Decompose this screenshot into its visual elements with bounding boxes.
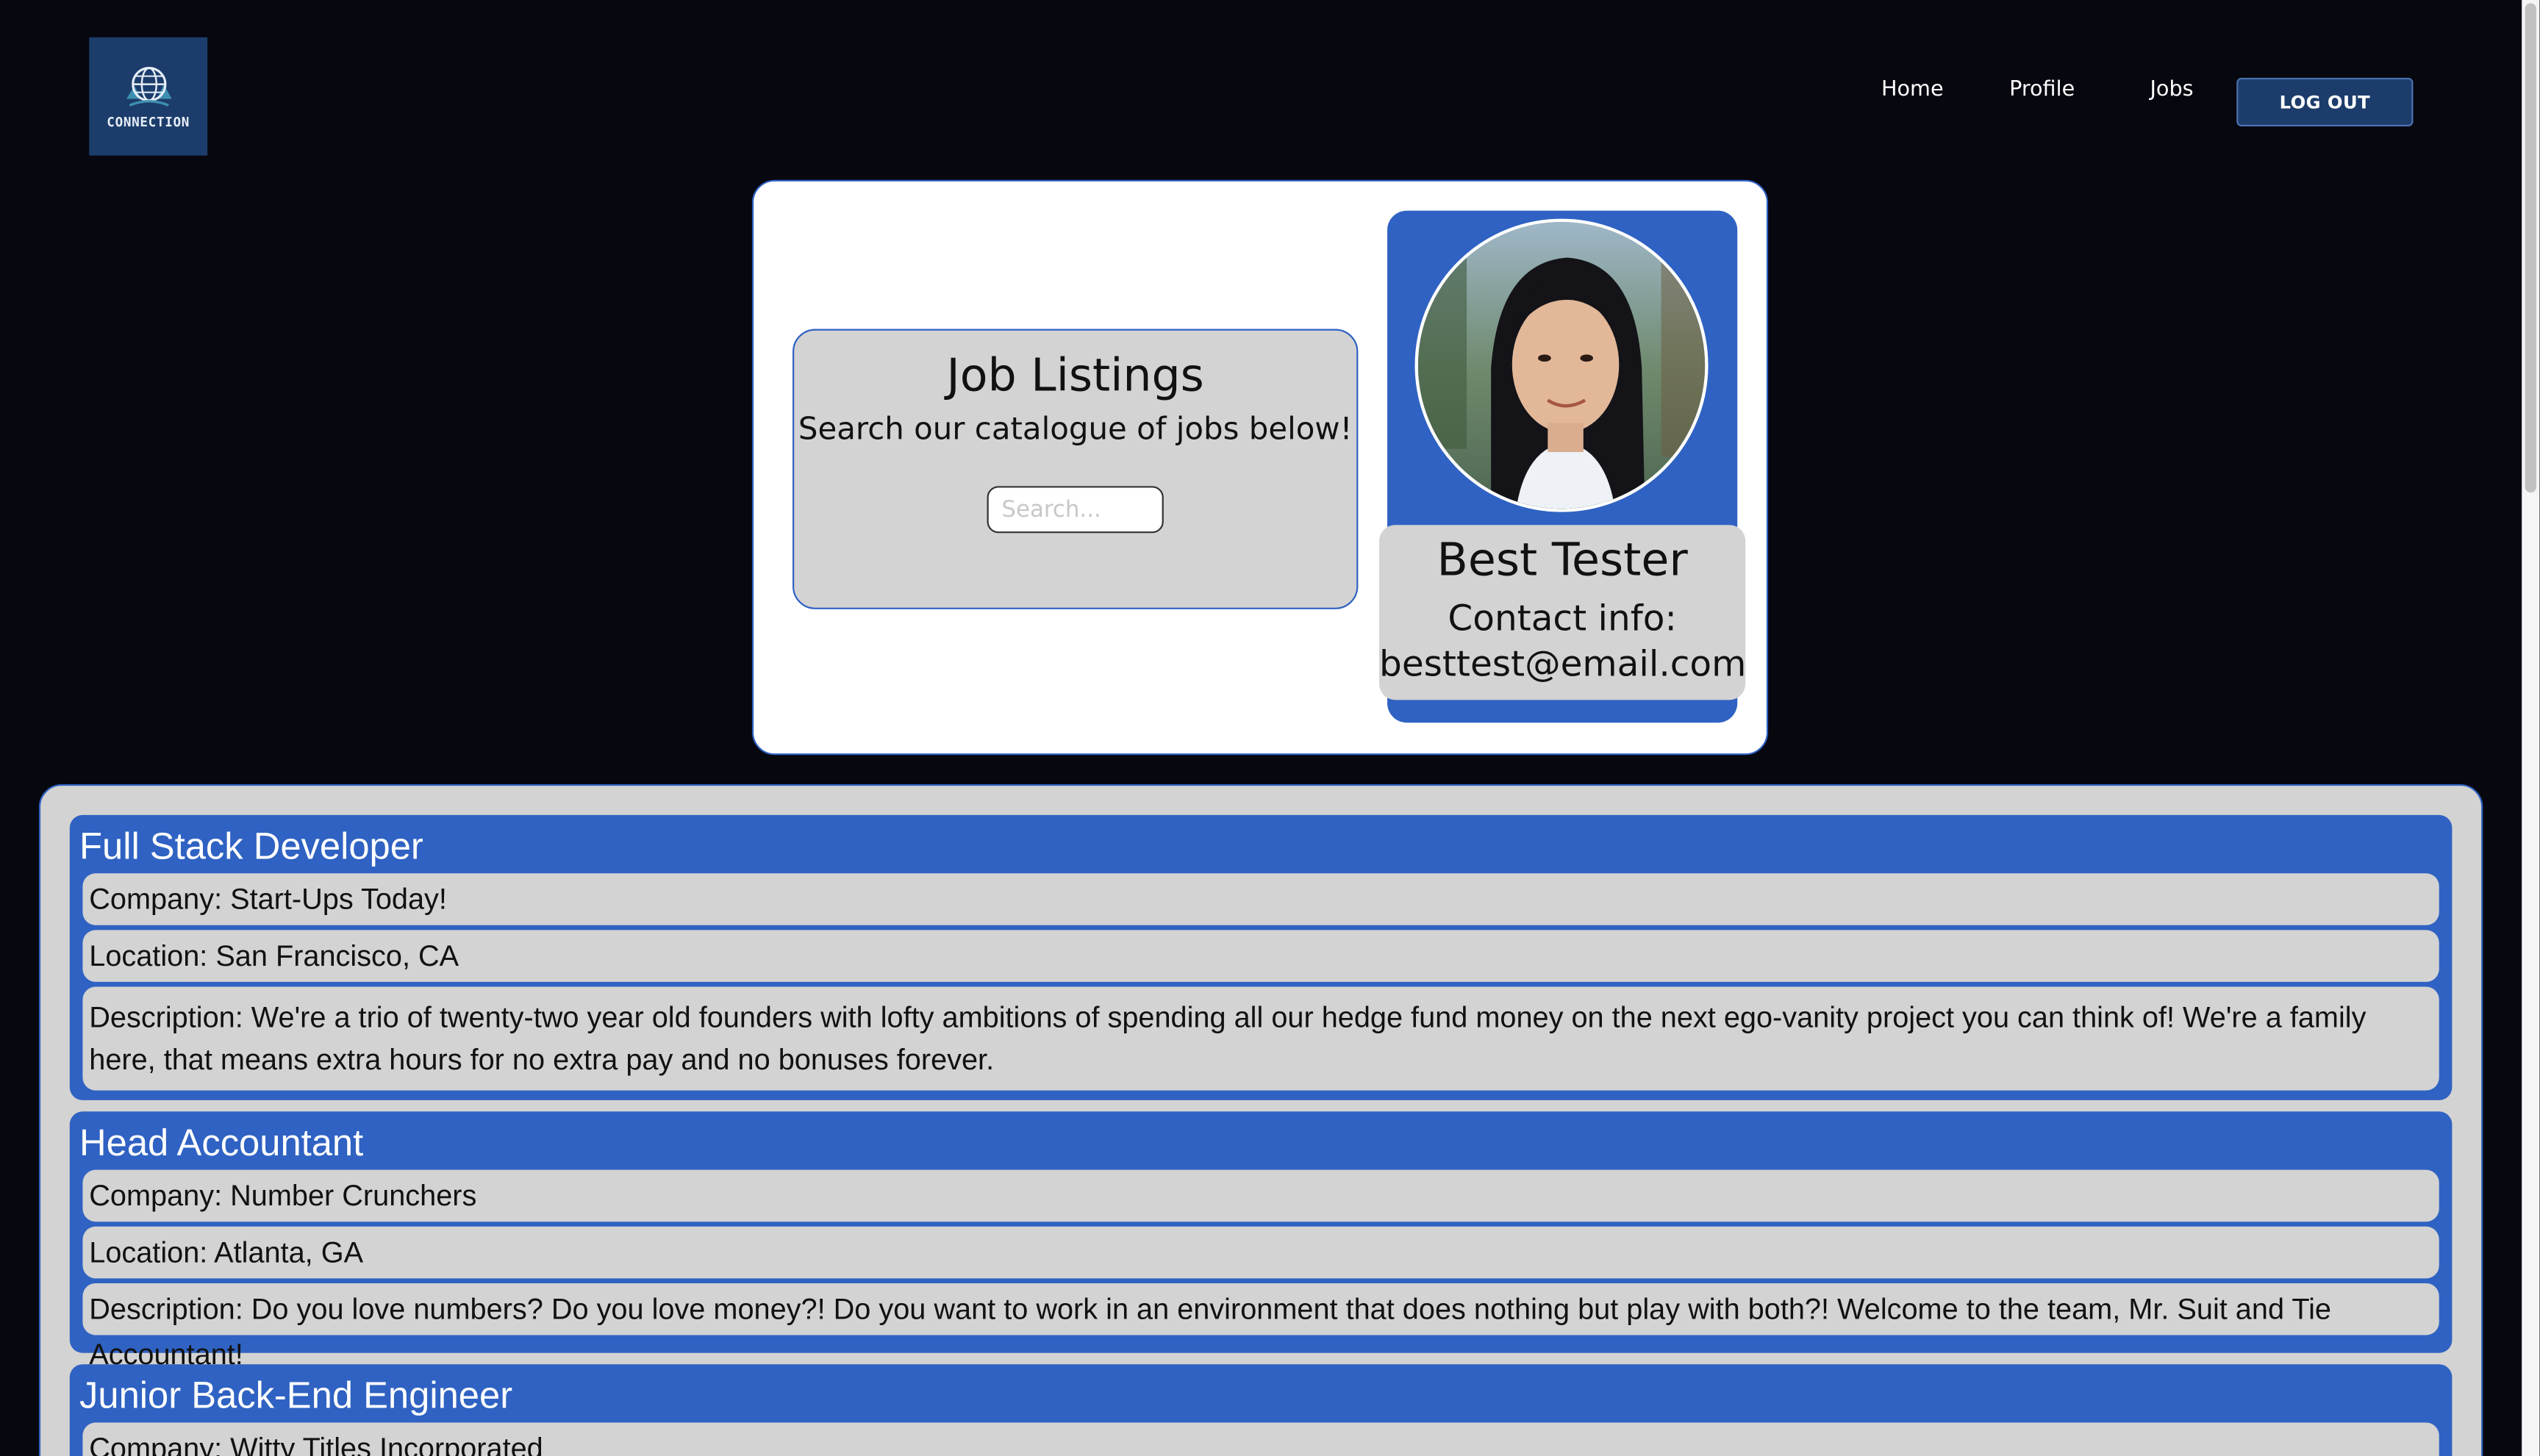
job-description: Description: Do you love numbers? Do you… (82, 1283, 2439, 1371)
job-description: Description: We're a trio of twenty-two … (82, 986, 2439, 1091)
job-card[interactable]: Junior Back-End Engineer Company: Witty … (69, 1364, 2453, 1456)
globe-icon (125, 67, 171, 107)
logout-button[interactable]: LOG OUT (2236, 77, 2414, 126)
search-input[interactable] (987, 486, 1164, 534)
job-location: Location: Atlanta, GA (82, 1226, 2439, 1279)
job-company: Company: Start-Ups Today! (82, 873, 2439, 925)
hero-card: Job Listings Search our catalogue of job… (751, 179, 1769, 756)
job-title: Junior Back-End Engineer (79, 1374, 513, 1416)
avatar[interactable] (1414, 218, 1709, 512)
job-card[interactable]: Full Stack Developer Company: Start-Ups … (69, 814, 2453, 1100)
page: CONNECTION Home Profile Jobs LOG OUT Job… (0, 0, 2540, 1456)
main-nav: Home Profile Jobs (1847, 78, 2236, 102)
job-listings-box: Job Listings Search our catalogue of job… (793, 329, 1359, 609)
profile-card: Best Tester Contact info: besttest@email… (1379, 210, 1746, 723)
page-scrollbar[interactable] (2522, 0, 2540, 1456)
contact-label: Contact info: (1448, 599, 1677, 640)
job-company: Company: Number Crunchers (82, 1169, 2439, 1222)
profile-info: Best Tester Contact info: besttest@email… (1379, 525, 1747, 700)
logo-text: CONNECTION (107, 115, 190, 130)
nav-home[interactable]: Home (1847, 78, 1977, 102)
contact-email: besttest@email.com (1379, 645, 1747, 686)
page-subtitle: Search our catalogue of jobs below! (798, 411, 1353, 448)
logo[interactable]: CONNECTION (89, 37, 208, 156)
job-card[interactable]: Head Accountant Company: Number Cruncher… (69, 1111, 2453, 1371)
job-title: Head Accountant (79, 1121, 364, 1163)
job-list: Full Stack Developer Company: Start-Ups … (38, 783, 2483, 1456)
profile-photo (1417, 222, 1706, 509)
page-title: Job Listings (946, 348, 1204, 402)
profile-name: Best Tester (1437, 533, 1688, 587)
nav-jobs[interactable]: Jobs (2107, 78, 2236, 102)
nav-profile[interactable]: Profile (1977, 78, 2106, 102)
job-title: Full Stack Developer (79, 825, 423, 867)
job-location: Location: San Francisco, CA (82, 930, 2439, 982)
scrollbar-thumb[interactable] (2525, 3, 2537, 493)
job-company: Company: Witty Titles Incorporated (82, 1422, 2439, 1456)
